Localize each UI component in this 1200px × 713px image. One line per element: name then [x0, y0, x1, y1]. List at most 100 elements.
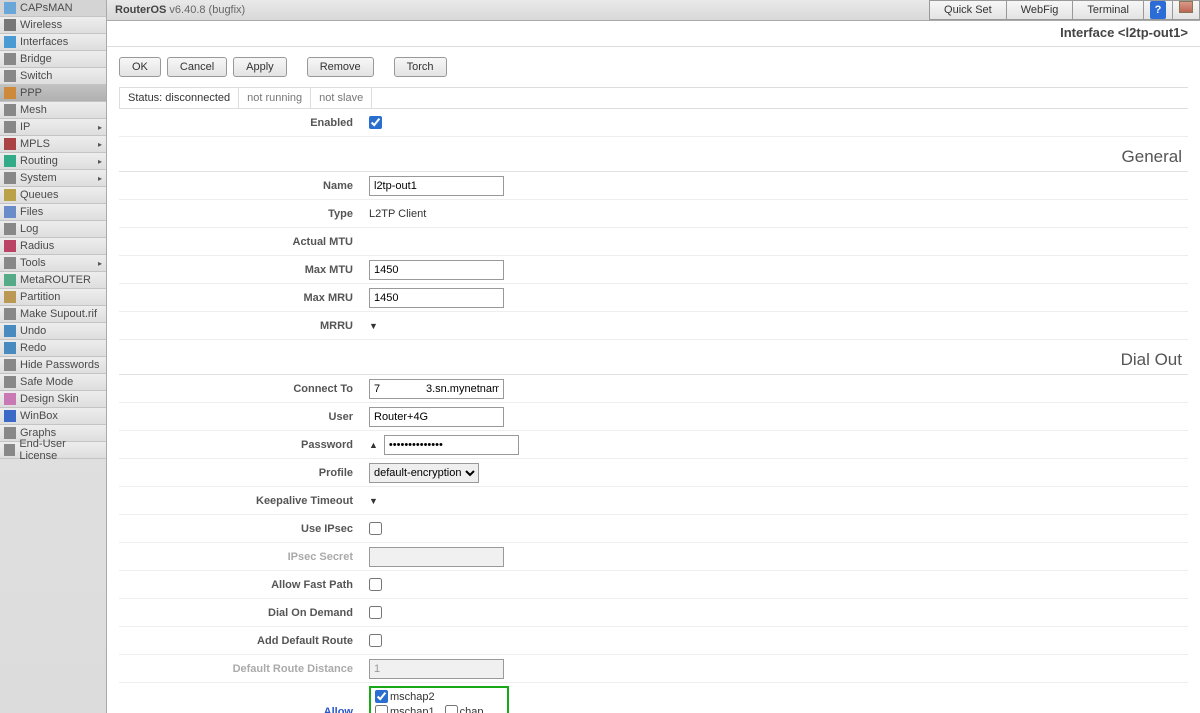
remove-button[interactable]: Remove: [307, 57, 374, 77]
sidebar-item-label: PPP: [20, 87, 42, 99]
sidebar-icon: [4, 325, 16, 337]
sidebar-item-system[interactable]: System▸: [0, 170, 106, 187]
sidebar-item-design-skin[interactable]: Design Skin: [0, 391, 106, 408]
maxmtu-label: Max MTU: [119, 264, 369, 276]
sidebar-item-queues[interactable]: Queues: [0, 187, 106, 204]
profile-select[interactable]: default-encryption: [369, 463, 479, 483]
ok-button[interactable]: OK: [119, 57, 161, 77]
sidebar-item-label: End-User License: [19, 438, 102, 462]
sidebar-item-metarouter[interactable]: MetaROUTER: [0, 272, 106, 289]
password-collapse[interactable]: ▲: [369, 440, 378, 450]
sidebar-item-interfaces[interactable]: Interfaces: [0, 34, 106, 51]
sidebar-icon: [4, 87, 16, 99]
sidebar-icon: [4, 240, 16, 252]
allowfast-checkbox[interactable]: [369, 578, 382, 591]
sidebar-icon: [4, 427, 16, 439]
sidebar-item-winbox[interactable]: WinBox: [0, 408, 106, 425]
sidebar-item-files[interactable]: Files: [0, 204, 106, 221]
status-notrunning: not running: [239, 88, 311, 108]
sidebar-item-mesh[interactable]: Mesh: [0, 102, 106, 119]
chevron-right-icon: ▸: [98, 123, 102, 132]
sidebar-item-partition[interactable]: Partition: [0, 289, 106, 306]
user-input[interactable]: [369, 407, 504, 427]
maxmtu-input[interactable]: [369, 260, 504, 280]
sidebar-item-label: Tools: [20, 257, 46, 269]
useipsec-label: Use IPsec: [119, 523, 369, 535]
sidebar-item-label: MPLS: [20, 138, 50, 150]
keepalive-expand[interactable]: ▼: [369, 496, 378, 506]
mrru-label: MRRU: [119, 320, 369, 332]
dialdemand-checkbox[interactable]: [369, 606, 382, 619]
enabled-label: Enabled: [119, 117, 369, 129]
sidebar-item-label: Hide Passwords: [20, 359, 99, 371]
sidebar-item-wireless[interactable]: Wireless: [0, 17, 106, 34]
allow-chap-checkbox[interactable]: [445, 705, 458, 713]
sidebar-item-label: Design Skin: [20, 393, 79, 405]
maxmru-input[interactable]: [369, 288, 504, 308]
sidebar-item-label: Undo: [20, 325, 46, 337]
quickset-button[interactable]: Quick Set: [929, 0, 1007, 20]
chevron-right-icon: ▸: [98, 140, 102, 149]
sidebar-item-hide-passwords[interactable]: Hide Passwords: [0, 357, 106, 374]
chevron-right-icon: ▸: [98, 157, 102, 166]
sidebar-item-end-user-license[interactable]: End-User License: [0, 442, 106, 459]
product-name: RouterOS: [115, 4, 166, 16]
logout-button[interactable]: [1172, 0, 1200, 20]
allow-mschap1-checkbox[interactable]: [375, 705, 388, 713]
sidebar-item-log[interactable]: Log: [0, 221, 106, 238]
cancel-button[interactable]: Cancel: [167, 57, 227, 77]
password-label: Password: [119, 439, 369, 451]
ipsecsecret-input: [369, 547, 504, 567]
torch-button[interactable]: Torch: [394, 57, 447, 77]
name-input[interactable]: [369, 176, 504, 196]
chevron-right-icon: ▸: [98, 259, 102, 268]
sidebar-item-label: CAPsMAN: [20, 2, 73, 14]
useipsec-checkbox[interactable]: [369, 522, 382, 535]
password-input[interactable]: [384, 435, 519, 455]
sidebar-item-ip[interactable]: IP ▸: [0, 119, 106, 136]
adddefault-label: Add Default Route: [119, 635, 369, 647]
apply-button[interactable]: Apply: [233, 57, 287, 77]
help-button[interactable]: ?: [1143, 0, 1173, 20]
actualmtu-label: Actual MTU: [119, 236, 369, 248]
sidebar-item-label: Bridge: [20, 53, 52, 65]
sidebar-item-label: Mesh: [20, 104, 47, 116]
sidebar-item-radius[interactable]: Radius: [0, 238, 106, 255]
sidebar-item-tools[interactable]: Tools ▸: [0, 255, 106, 272]
sidebar-item-undo[interactable]: Undo: [0, 323, 106, 340]
profile-label: Profile: [119, 467, 369, 479]
sidebar-item-label: IP: [20, 121, 30, 133]
sidebar-item-switch[interactable]: Switch: [0, 68, 106, 85]
connect-input[interactable]: [369, 379, 504, 399]
sidebar-item-redo[interactable]: Redo: [0, 340, 106, 357]
maxmru-label: Max MRU: [119, 292, 369, 304]
sidebar-icon: [4, 359, 16, 371]
sidebar-item-safe-mode[interactable]: Safe Mode: [0, 374, 106, 391]
allow-mschap2-checkbox[interactable]: [375, 690, 388, 703]
sidebar-item-make-supout-rif[interactable]: Make Supout.rif: [0, 306, 106, 323]
sidebar-icon: [4, 206, 16, 218]
sidebar-item-label: WinBox: [20, 410, 58, 422]
terminal-button[interactable]: Terminal: [1072, 0, 1144, 20]
allow-box: mschap2 mschap1 chap pap: [369, 686, 509, 713]
adddefault-checkbox[interactable]: [369, 634, 382, 647]
sidebar-item-bridge[interactable]: Bridge: [0, 51, 106, 68]
sidebar-item-capsman[interactable]: CAPsMAN: [0, 0, 106, 17]
sidebar-icon: [4, 393, 16, 405]
webfig-button[interactable]: WebFig: [1006, 0, 1074, 20]
section-general: General: [119, 137, 1188, 172]
section-dialout: Dial Out: [119, 340, 1188, 375]
sidebar-item-ppp[interactable]: PPP: [0, 85, 106, 102]
keepalive-label: Keepalive Timeout: [119, 495, 369, 507]
sidebar-icon: [4, 444, 15, 456]
enabled-checkbox[interactable]: [369, 116, 382, 129]
help-icon: ?: [1150, 1, 1166, 19]
defroutedist-label: Default Route Distance: [119, 663, 369, 675]
allow-mschap1-label: mschap1: [390, 706, 435, 713]
sidebar-icon: [4, 223, 16, 235]
topbar: RouterOS v6.40.8 (bugfix) Quick Set WebF…: [107, 0, 1200, 21]
sidebar-item-routing[interactable]: Routing▸: [0, 153, 106, 170]
sidebar-icon: [4, 121, 16, 133]
mrru-expand[interactable]: ▼: [369, 321, 378, 331]
sidebar-item-mpls[interactable]: MPLS ▸: [0, 136, 106, 153]
